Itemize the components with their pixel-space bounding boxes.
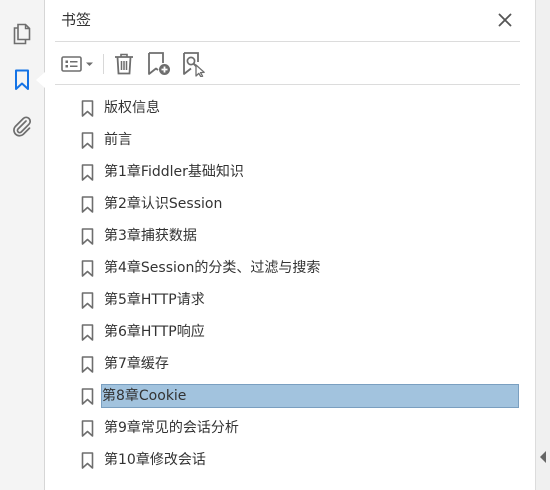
bookmark-icon (15, 69, 29, 90)
bookmark-label: 第6章HTTP响应 (104, 324, 205, 340)
bookmark-item[interactable]: 第9章常见的会话分析 (75, 412, 527, 444)
toolbar-divider (55, 84, 520, 85)
bookmark-label: 第1章Fiddler基础知识 (104, 164, 244, 180)
toolbar-separator (103, 54, 104, 74)
bookmark-item[interactable]: 前言 (75, 124, 527, 156)
bookmark-label: 第2章认识Session (104, 196, 223, 212)
close-button[interactable] (495, 10, 515, 30)
active-panel-indicator (36, 72, 45, 88)
bookmark-icon (80, 131, 94, 149)
bookmark-icon (80, 323, 94, 341)
bookmarks-panel: 书签 版权信息 前言 第1章Fiddler基础知识 第2章认识Session 第… (45, 0, 535, 490)
bookmark-label: 第8章Cookie (101, 384, 519, 408)
navigation-rail (0, 0, 45, 490)
bookmark-label: 第5章HTTP请求 (104, 292, 205, 308)
page-thumbnails-button[interactable] (7, 19, 37, 49)
panel-collapse-strip[interactable] (535, 0, 550, 490)
expand-arrow-icon[interactable] (540, 451, 546, 463)
bookmark-icon (80, 387, 94, 405)
bookmark-icon (80, 259, 94, 277)
bookmark-icon (80, 291, 94, 309)
bookmark-list: 版权信息 前言 第1章Fiddler基础知识 第2章认识Session 第3章捕获数据第… (75, 92, 527, 476)
delete-bookmark-button[interactable] (110, 50, 138, 78)
paperclip-icon (13, 116, 32, 137)
bookmark-item[interactable]: 第8章Cookie (75, 380, 527, 412)
bookmark-icon (80, 99, 94, 117)
bookmark-icon (80, 355, 94, 373)
bookmark-label: 第4章Session的分类、过滤与搜索 (104, 260, 321, 276)
bookmark-label: 前言 (104, 132, 132, 148)
add-bookmark-button[interactable] (144, 50, 174, 78)
title-divider (55, 41, 520, 42)
bookmark-label: 第9章常见的会话分析 (104, 420, 239, 436)
bookmark-icon (80, 163, 94, 181)
find-bookmark-button[interactable] (179, 50, 209, 78)
pages-icon (13, 23, 31, 45)
bookmark-icon (80, 451, 94, 469)
bookmark-label: 第10章修改会话 (104, 452, 206, 468)
bookmark-icon (80, 419, 94, 437)
options-menu-button[interactable] (57, 50, 99, 78)
bookmark-item[interactable]: 第7章缓存 (75, 348, 527, 380)
bookmark-label: 第7章缓存 (104, 356, 169, 372)
bookmark-label: 第3章捕获数据 (104, 228, 197, 244)
add-bookmark-icon (148, 52, 170, 75)
bookmark-item[interactable]: 版权信息 (75, 92, 527, 124)
bookmark-item[interactable]: 第4章Session的分类、过滤与搜索 (75, 252, 527, 284)
bookmark-toolbar (55, 48, 520, 80)
bookmarks-button[interactable] (7, 65, 37, 95)
bookmark-item[interactable]: 第3章捕获数据 (75, 220, 527, 252)
bookmark-icon (80, 195, 94, 213)
bookmark-icon (80, 227, 94, 245)
find-bookmark-icon (183, 52, 205, 77)
options-menu-icon (61, 56, 93, 72)
attachments-button[interactable] (7, 111, 37, 141)
bookmark-label: 版权信息 (104, 100, 160, 116)
panel-title: 书签 (61, 11, 92, 29)
bookmark-item[interactable]: 第1章Fiddler基础知识 (75, 156, 527, 188)
bookmark-item[interactable]: 第6章HTTP响应 (75, 316, 527, 348)
close-icon (498, 13, 512, 27)
trash-icon (115, 53, 133, 75)
bookmark-item[interactable]: 第5章HTTP请求 (75, 284, 527, 316)
bookmark-item[interactable]: 第10章修改会话 (75, 444, 527, 476)
bookmark-item[interactable]: 第2章认识Session (75, 188, 527, 220)
